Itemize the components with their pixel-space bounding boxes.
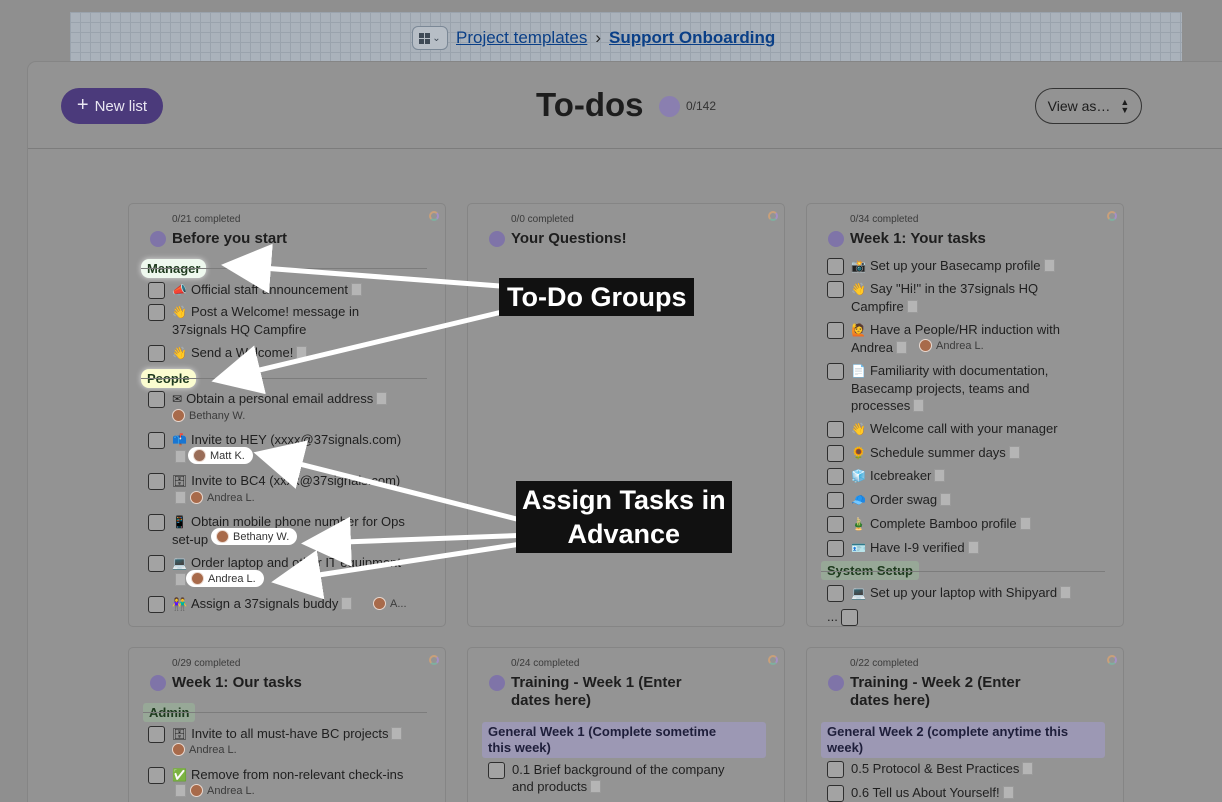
annotation-arrows: [211, 243, 561, 600]
arrow-to-manager: [221, 243, 501, 294]
callout-todo-groups: To-Do Groups: [499, 278, 695, 316]
callout-assign-tasks: Assign Tasks in Advance: [516, 481, 732, 553]
arrow-to-people: [211, 309, 503, 395]
